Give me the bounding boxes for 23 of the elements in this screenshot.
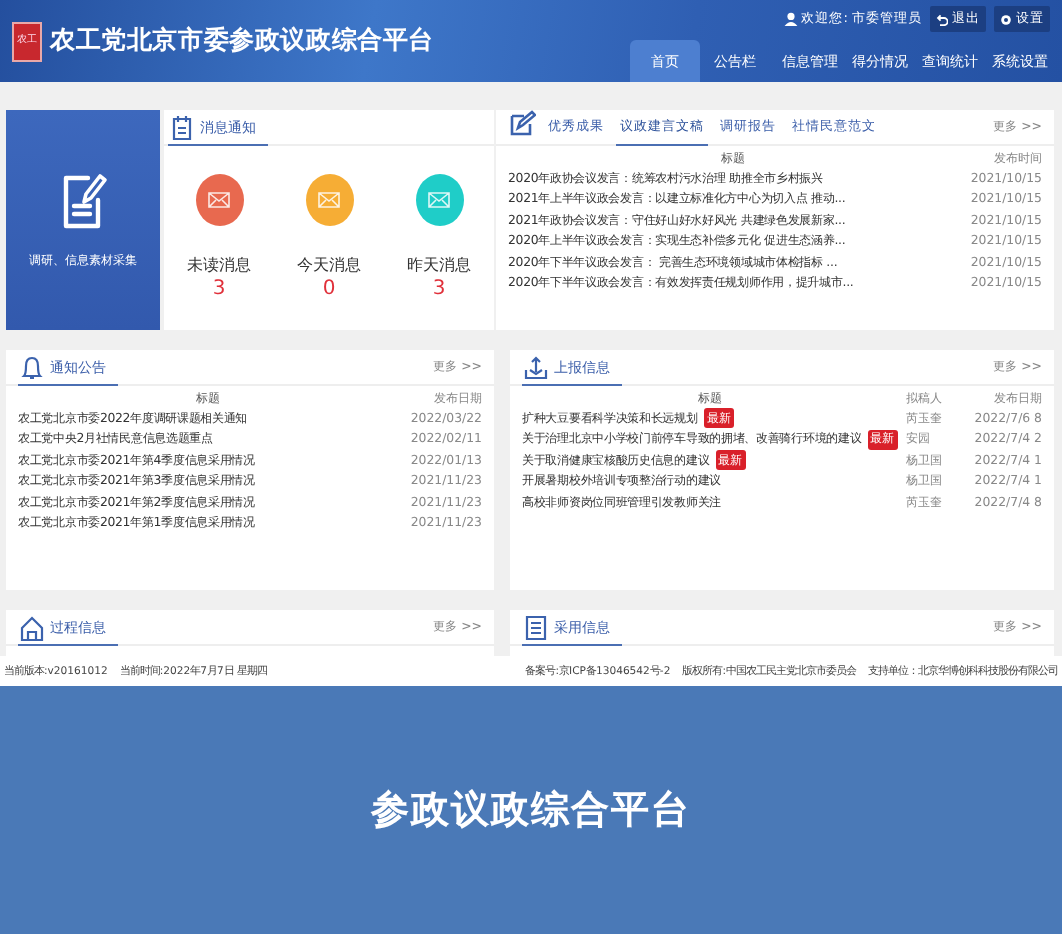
envelope-icon: [208, 192, 230, 208]
message-circle[interactable]: [305, 174, 353, 226]
message-count: 3: [432, 278, 446, 300]
house-icon: [18, 613, 46, 641]
user-icon: [783, 12, 798, 26]
undo-arrow-icon: [936, 13, 948, 25]
message-count: 0: [322, 278, 336, 300]
settings-icon: [1000, 13, 1012, 25]
message-label: 未读消息: [187, 254, 251, 276]
site-title: 农工党北京市委参政议政综合平台: [50, 24, 435, 58]
envelope-icon: [428, 192, 450, 208]
document-list-icon: [522, 613, 550, 641]
banner-title: 参政议政综合平台: [371, 786, 691, 836]
message-circle[interactable]: [415, 174, 463, 226]
message-label: 今天消息: [297, 254, 361, 276]
message-count: 3: [212, 278, 226, 300]
upload-tray-icon: [522, 353, 550, 381]
notepad-icon: [168, 113, 196, 141]
message-circle[interactable]: [195, 174, 243, 226]
bell-icon: [18, 353, 46, 381]
envelope-icon: [318, 192, 340, 208]
message-label: 昨天消息: [407, 254, 471, 276]
edit-icon: [508, 110, 536, 138]
